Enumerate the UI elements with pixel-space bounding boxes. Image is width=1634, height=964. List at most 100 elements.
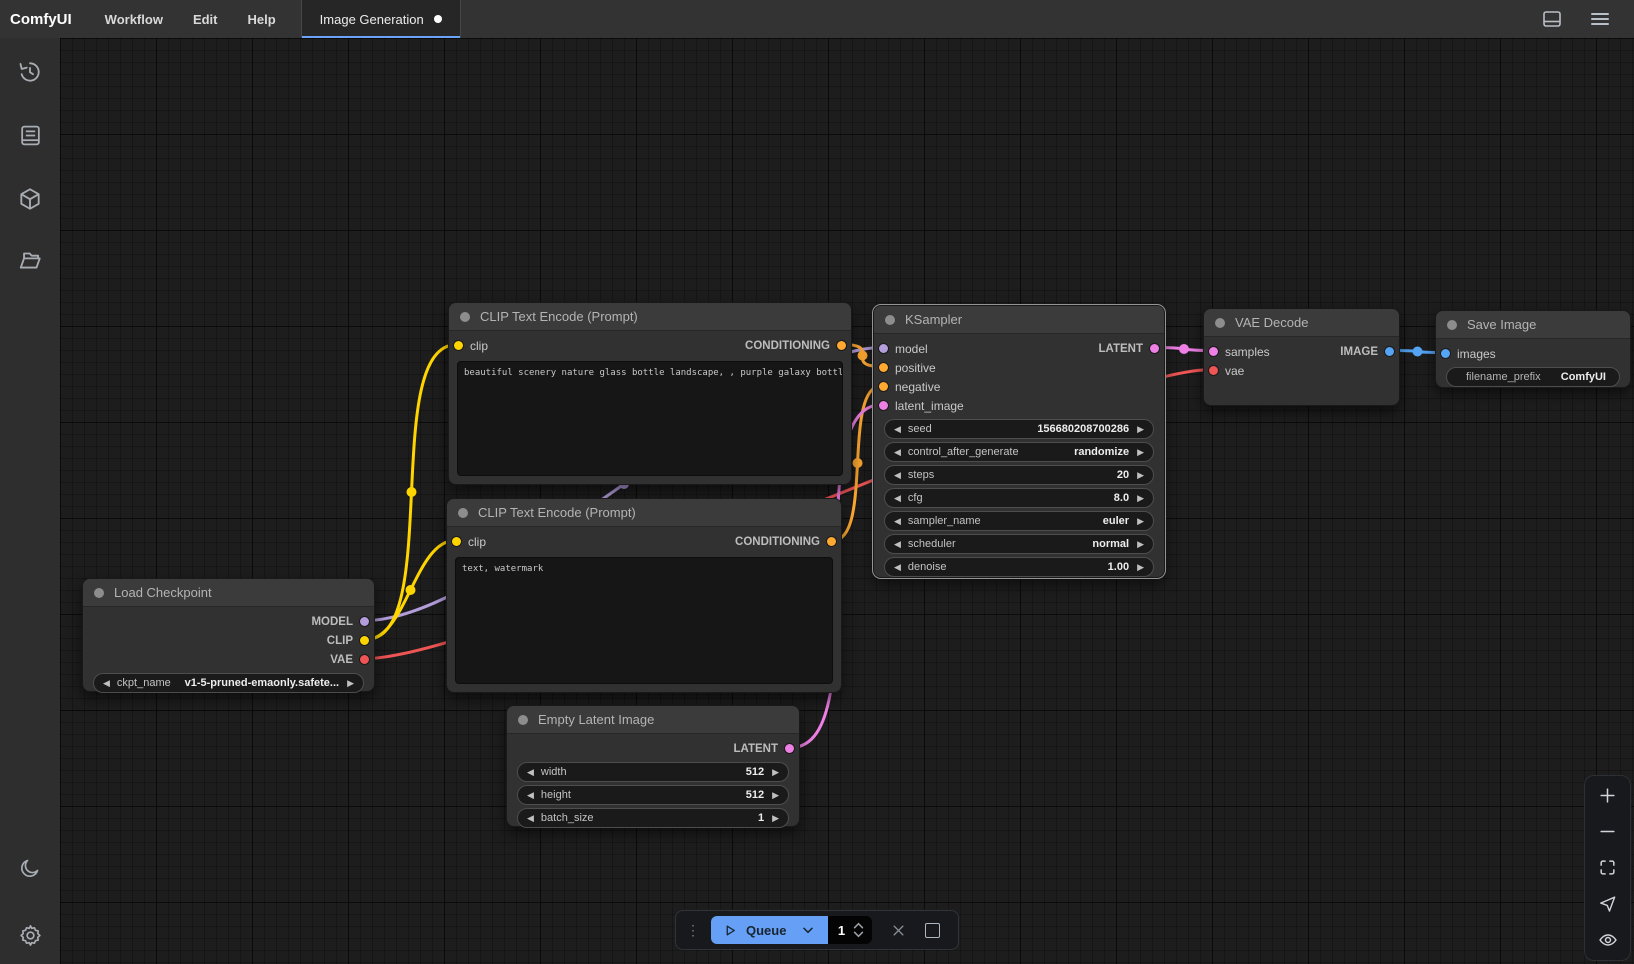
pan-arrow-icon[interactable] xyxy=(1598,894,1617,913)
input-negative-port[interactable]: negative xyxy=(879,377,940,396)
theme-moon-icon[interactable] xyxy=(0,848,60,888)
port-dot-icon[interactable] xyxy=(1209,347,1218,356)
port-dot-icon[interactable] xyxy=(879,382,888,391)
node-header[interactable]: CLIP Text Encode (Prompt) xyxy=(447,499,841,527)
input-vae-port[interactable]: vae xyxy=(1209,361,1244,380)
output-clip-port[interactable]: CLIP xyxy=(327,631,369,650)
increment-arrow-icon[interactable]: ▶ xyxy=(1137,425,1144,434)
menu-help[interactable]: Help xyxy=(233,0,291,38)
ckpt_name-widget[interactable]: ◀ckpt_namev1-5-pruned-emaonly.safete...▶ xyxy=(93,673,364,693)
workflow-history-icon[interactable] xyxy=(0,52,60,92)
output-latent-port[interactable]: LATENT xyxy=(1098,339,1159,358)
queue-button[interactable]: Queue xyxy=(711,916,828,944)
port-dot-icon[interactable] xyxy=(454,341,463,350)
port-dot-icon[interactable] xyxy=(452,537,461,546)
link-midpoint-dot[interactable] xyxy=(1179,344,1189,354)
decrement-arrow-icon[interactable]: ◀ xyxy=(527,791,534,800)
increment-arrow-icon[interactable]: ▶ xyxy=(772,791,779,800)
input-model-port[interactable]: model xyxy=(879,339,928,358)
output-vae-port[interactable]: VAE xyxy=(330,650,369,669)
node-header[interactable]: VAE Decode xyxy=(1204,309,1399,337)
input-images-port[interactable]: images xyxy=(1441,344,1496,363)
input-samples-port[interactable]: samples xyxy=(1209,342,1270,361)
width-widget[interactable]: ◀width512▶ xyxy=(517,762,789,782)
port-dot-icon[interactable] xyxy=(879,363,888,372)
stepper-up-icon[interactable] xyxy=(853,922,864,929)
node-empty-latent-image[interactable]: Empty Latent Image LATENT ◀width512▶ ◀heigh… xyxy=(506,705,800,827)
increment-arrow-icon[interactable]: ▶ xyxy=(1137,448,1144,457)
port-dot-icon[interactable] xyxy=(1385,347,1394,356)
steps-widget[interactable]: ◀steps20▶ xyxy=(884,465,1154,485)
cfg-widget[interactable]: ◀cfg8.0▶ xyxy=(884,488,1154,508)
sampler_name-widget[interactable]: ◀sampler_nameeuler▶ xyxy=(884,511,1154,531)
control_after_generate-widget[interactable]: ◀control_after_generaterandomize▶ xyxy=(884,442,1154,462)
model-library-icon[interactable] xyxy=(0,179,60,219)
input-latent_image-port[interactable]: latent_image xyxy=(879,396,964,415)
decrement-arrow-icon[interactable]: ◀ xyxy=(894,494,901,503)
port-dot-icon[interactable] xyxy=(879,401,888,410)
panel-toggle-icon[interactable] xyxy=(1542,10,1562,28)
menu-icon[interactable] xyxy=(1590,11,1610,27)
increment-arrow-icon[interactable]: ▶ xyxy=(1137,540,1144,549)
stepper-down-icon[interactable] xyxy=(853,931,864,938)
decrement-arrow-icon[interactable]: ◀ xyxy=(103,679,110,688)
output-model-port[interactable]: MODEL xyxy=(311,612,369,631)
output-conditioning-port[interactable]: CONDITIONING xyxy=(745,336,846,355)
zoom-in-icon[interactable] xyxy=(1598,786,1617,805)
decrement-arrow-icon[interactable]: ◀ xyxy=(894,540,901,549)
decrement-arrow-icon[interactable]: ◀ xyxy=(894,471,901,480)
input-clip-port[interactable]: clip xyxy=(454,336,488,355)
node-save-image[interactable]: Save Image images filename_prefixComfyUI xyxy=(1435,310,1631,388)
batch-count-input[interactable]: 1 xyxy=(828,916,872,944)
increment-arrow-icon[interactable]: ▶ xyxy=(772,768,779,777)
port-dot-icon[interactable] xyxy=(785,744,794,753)
chevron-down-icon[interactable] xyxy=(801,923,815,937)
scheduler-widget[interactable]: ◀schedulernormal▶ xyxy=(884,534,1154,554)
tab-image-generation[interactable]: Image Generation xyxy=(302,0,461,38)
node-ksampler[interactable]: KSamplermodelpositivenegativelatent_imag… xyxy=(873,305,1165,578)
filename_prefix-widget[interactable]: filename_prefixComfyUI xyxy=(1446,367,1620,387)
batch_size-widget[interactable]: ◀batch_size1▶ xyxy=(517,808,789,828)
input-positive-port[interactable]: positive xyxy=(879,358,936,377)
port-dot-icon[interactable] xyxy=(837,341,846,350)
node-header[interactable]: Save Image xyxy=(1436,311,1630,339)
menu-workflow[interactable]: Workflow xyxy=(90,0,178,38)
port-dot-icon[interactable] xyxy=(879,344,888,353)
link-midpoint-dot[interactable] xyxy=(1413,347,1423,357)
increment-arrow-icon[interactable]: ▶ xyxy=(347,679,354,688)
decrement-arrow-icon[interactable]: ◀ xyxy=(894,448,901,457)
queue-log-icon[interactable] xyxy=(0,115,60,155)
node-header[interactable]: CLIP Text Encode (Prompt) xyxy=(449,303,851,331)
link-midpoint-dot[interactable] xyxy=(853,458,863,468)
increment-arrow-icon[interactable]: ▶ xyxy=(1137,563,1144,572)
workflows-folder-icon[interactable] xyxy=(0,240,60,280)
height-widget[interactable]: ◀height512▶ xyxy=(517,785,789,805)
node-load-checkpoint[interactable]: Load CheckpointMODELCLIPVAE◀ckpt_namev1-… xyxy=(82,578,375,692)
increment-arrow-icon[interactable]: ▶ xyxy=(1137,471,1144,480)
port-dot-icon[interactable] xyxy=(1441,349,1450,358)
node-clip-text-encode-positive[interactable]: CLIP Text Encode (Prompt) clip CONDITIONIN… xyxy=(448,302,852,485)
prompt-textarea[interactable]: beautiful scenery nature glass bottle la… xyxy=(457,361,843,476)
fit-view-icon[interactable] xyxy=(1598,858,1617,877)
input-clip-port[interactable]: clip xyxy=(452,532,486,551)
decrement-arrow-icon[interactable]: ◀ xyxy=(894,425,901,434)
increment-arrow-icon[interactable]: ▶ xyxy=(1137,517,1144,526)
port-dot-icon[interactable] xyxy=(1209,366,1218,375)
drag-handle[interactable]: ⋮ xyxy=(686,923,700,937)
toggle-link-visibility-icon[interactable] xyxy=(1598,930,1618,950)
seed-widget[interactable]: ◀seed156680208700286▶ xyxy=(884,419,1154,439)
output-latent-port[interactable]: LATENT xyxy=(733,739,794,758)
decrement-arrow-icon[interactable]: ◀ xyxy=(527,814,534,823)
port-dot-icon[interactable] xyxy=(827,537,836,546)
increment-arrow-icon[interactable]: ▶ xyxy=(772,814,779,823)
menu-edit[interactable]: Edit xyxy=(178,0,233,38)
port-dot-icon[interactable] xyxy=(360,636,369,645)
link-midpoint-dot[interactable] xyxy=(407,487,417,497)
node-header[interactable]: Empty Latent Image xyxy=(507,706,799,734)
settings-gear-icon[interactable] xyxy=(0,915,60,955)
node-clip-text-encode-negative[interactable]: CLIP Text Encode (Prompt) clip CONDITIONIN… xyxy=(446,498,842,693)
output-conditioning-port[interactable]: CONDITIONING xyxy=(735,532,836,551)
port-dot-icon[interactable] xyxy=(360,617,369,626)
zoom-out-icon[interactable] xyxy=(1598,822,1617,841)
denoise-widget[interactable]: ◀denoise1.00▶ xyxy=(884,557,1154,577)
